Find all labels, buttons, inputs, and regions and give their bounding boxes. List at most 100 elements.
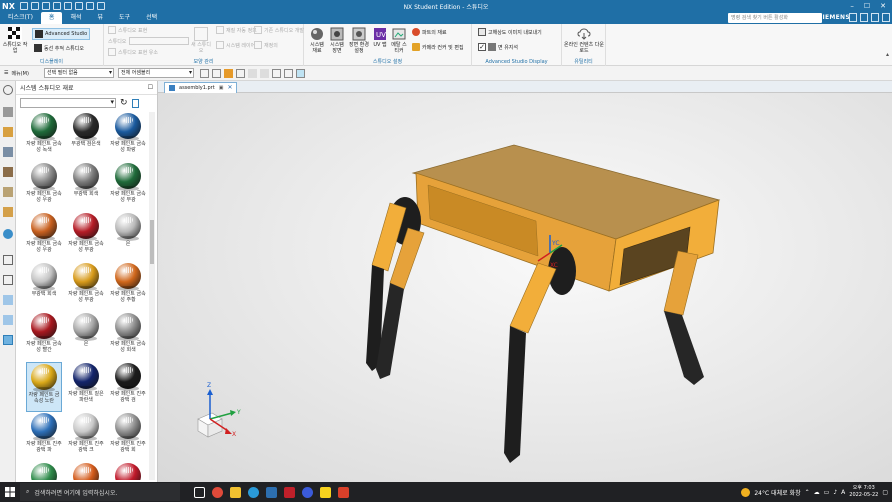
material-swatch[interactable]: 자량 페인트 금속성 무광	[68, 262, 104, 312]
notification-icon[interactable]: ▢	[882, 489, 888, 496]
material-swatch[interactable]	[110, 462, 146, 480]
material-swatch[interactable]: 자량 페인트 금속성 녹색	[26, 112, 62, 162]
studio-to-display-button[interactable]: 동선 추적 스튜디오	[34, 44, 84, 52]
material-swatch[interactable]	[68, 462, 104, 480]
palette-scrollbar[interactable]	[149, 112, 155, 480]
material-swatch[interactable]: 은	[110, 212, 146, 262]
menu-file[interactable]: 티스크(T)	[0, 12, 41, 24]
studio-expression-remove-button[interactable]: 스튜디오 표현 유소	[108, 48, 158, 56]
fullscreen-icon[interactable]	[860, 13, 868, 22]
material-swatch[interactable]: 자량 페인트 금속성 주황	[110, 262, 146, 312]
material-swatch[interactable]: 자량 페인트 금속성 무광	[110, 162, 146, 212]
expand-icon[interactable]	[871, 13, 879, 22]
export-image-button[interactable]: 고해상도 이미지 내보내기	[478, 28, 542, 36]
material-swatch[interactable]: 자량 페인트 짙은 파란색	[68, 362, 104, 412]
kakaotalk-icon[interactable]	[320, 486, 331, 498]
menu-tools[interactable]: 도구	[111, 12, 138, 24]
camera-edit-button[interactable]: 카메라 컨커 및 편집	[412, 43, 464, 51]
selection-scope-select[interactable]: 전체 어셈블리	[118, 68, 194, 78]
grid-icon[interactable]	[272, 68, 281, 78]
graphics-viewport[interactable]: YC XC Z Y X	[158, 93, 892, 482]
existing-studio-button[interactable]: 기존 스튜디오 개발	[254, 26, 304, 34]
material-swatch[interactable]: 자량 페인트 금속성 파랑	[110, 112, 146, 162]
menu-home[interactable]: 홈	[40, 12, 63, 24]
view-orient-icon[interactable]	[260, 68, 269, 78]
document-tab[interactable]: assembly1.prt ▣ ✕	[164, 82, 238, 93]
material-swatch[interactable]: 무광택 회색	[26, 262, 62, 312]
part-material-button[interactable]: 파트의 재료	[412, 28, 447, 36]
palette-filter-combo[interactable]	[20, 98, 116, 108]
menu-analysis[interactable]: 해석	[62, 12, 89, 24]
select-tool-icon[interactable]	[200, 68, 209, 78]
material-swatch[interactable]	[26, 462, 62, 480]
system-scenes-icon[interactable]	[3, 335, 13, 345]
clock[interactable]: 오후 7:03 2022-05-22	[849, 485, 878, 499]
material-swatch[interactable]: 자량 페인트 진주 광택 크	[68, 412, 104, 462]
studio-combo[interactable]: 스튜디오	[108, 37, 190, 45]
start-button[interactable]	[0, 487, 20, 497]
assembly-navigator-icon[interactable]	[3, 107, 13, 117]
menu-select[interactable]: 선택	[138, 12, 165, 24]
online-content-button[interactable]: 온라인 컨텐츠 다운로드	[564, 27, 604, 54]
taskbar-search-input[interactable]: ⌕ 검색하려면 여기에 입력하십시오.	[20, 483, 180, 501]
ribbon-collapse-icon[interactable]: ▴	[886, 51, 889, 58]
view-options-icon[interactable]	[131, 98, 139, 108]
checkbox-checked-icon[interactable]: ✓	[478, 43, 486, 51]
file-explorer-icon[interactable]	[230, 486, 241, 498]
maximize-icon[interactable]: ☐	[864, 2, 870, 10]
uv-map-button[interactable]: UV UV 맵	[372, 27, 388, 48]
chrome-icon[interactable]	[212, 486, 223, 498]
show-hide-icon[interactable]	[296, 68, 305, 78]
system-scene-button[interactable]: 시스템 장면	[328, 27, 346, 54]
section-icon[interactable]	[284, 68, 293, 78]
system-layer-button[interactable]: 시스템 레이어	[216, 41, 255, 49]
palette-scroll-thumb[interactable]	[150, 220, 154, 264]
restore-icon[interactable]	[882, 13, 890, 22]
ime-indicator[interactable]: A	[841, 489, 845, 496]
tab-close-icon[interactable]: ✕	[227, 83, 232, 93]
reuse-library-icon[interactable]	[3, 167, 13, 177]
decal-sticker-button[interactable]: 메탈 스티커	[390, 27, 408, 54]
roles-icon[interactable]	[3, 295, 13, 305]
store-icon[interactable]	[266, 486, 277, 498]
new-studio-button[interactable]: 새 스튜디오	[190, 27, 212, 54]
minimize-icon[interactable]: –	[850, 2, 854, 10]
material-swatch[interactable]: 자량 페인트 진주 광택 검	[110, 362, 146, 412]
powerpoint-icon[interactable]	[338, 486, 349, 498]
command-search-input[interactable]: 명령 검색 찾기 버튼 활성화	[728, 13, 822, 23]
material-swatch[interactable]: 자량 페인트 금속성 우광	[26, 162, 62, 212]
material-swatch[interactable]: 자량 페인트 금속성 빨간	[26, 312, 62, 362]
hd3d-tools-icon[interactable]	[3, 187, 13, 197]
cloud-icon[interactable]: ☁	[814, 489, 820, 496]
scene-preferences-button[interactable]: 장면 환경설정	[348, 27, 370, 54]
snap-settings-icon[interactable]	[236, 68, 245, 78]
process-studio-icon[interactable]	[3, 255, 13, 265]
close-icon[interactable]: ✕	[880, 2, 886, 10]
whale-browser-icon[interactable]	[302, 486, 313, 498]
nx-taskbar-icon[interactable]	[284, 486, 295, 498]
material-auto-button[interactable]: 재질 자동 정보	[216, 26, 257, 34]
weather-icon[interactable]	[741, 487, 751, 497]
help-icon[interactable]	[849, 13, 857, 22]
volume-icon[interactable]: ♪	[833, 489, 837, 496]
task-view-icon[interactable]	[194, 486, 205, 498]
part-navigator-icon[interactable]	[3, 147, 13, 157]
material-swatch[interactable]: 자량 페인트 금속성 노란	[26, 362, 62, 412]
material-swatch[interactable]: 자량 페인트 금속성 회색	[110, 312, 146, 362]
web-browser-icon[interactable]	[3, 207, 13, 217]
view-cube-icon[interactable]	[248, 68, 257, 78]
constraint-navigator-icon[interactable]	[3, 127, 13, 137]
manufacturing-wizards-icon[interactable]	[3, 275, 13, 285]
studio-expression-button[interactable]: 스튜디오 표현	[108, 26, 147, 34]
studio-task-button[interactable]: 스튜디오 작업	[2, 27, 28, 54]
material-swatch[interactable]: 무광택 검은색	[68, 112, 104, 162]
maximize-panel-icon[interactable]: ☐	[148, 84, 153, 91]
material-swatch[interactable]: 은	[68, 312, 104, 362]
ray-trace-checkbox[interactable]: ✓ 면 유지석	[478, 43, 518, 51]
weather-text[interactable]: 24°C 대체로 화창	[754, 488, 800, 497]
redefine-button[interactable]: 재정의	[254, 41, 278, 49]
material-swatch[interactable]: 자량 페인트 진주 광택 파	[26, 412, 62, 462]
type-filter-select[interactable]: 선택 필터 없음	[44, 68, 114, 78]
network-icon[interactable]: ▭	[824, 489, 830, 496]
material-swatch[interactable]: 자량 페인트 금속성 우광	[26, 212, 62, 262]
